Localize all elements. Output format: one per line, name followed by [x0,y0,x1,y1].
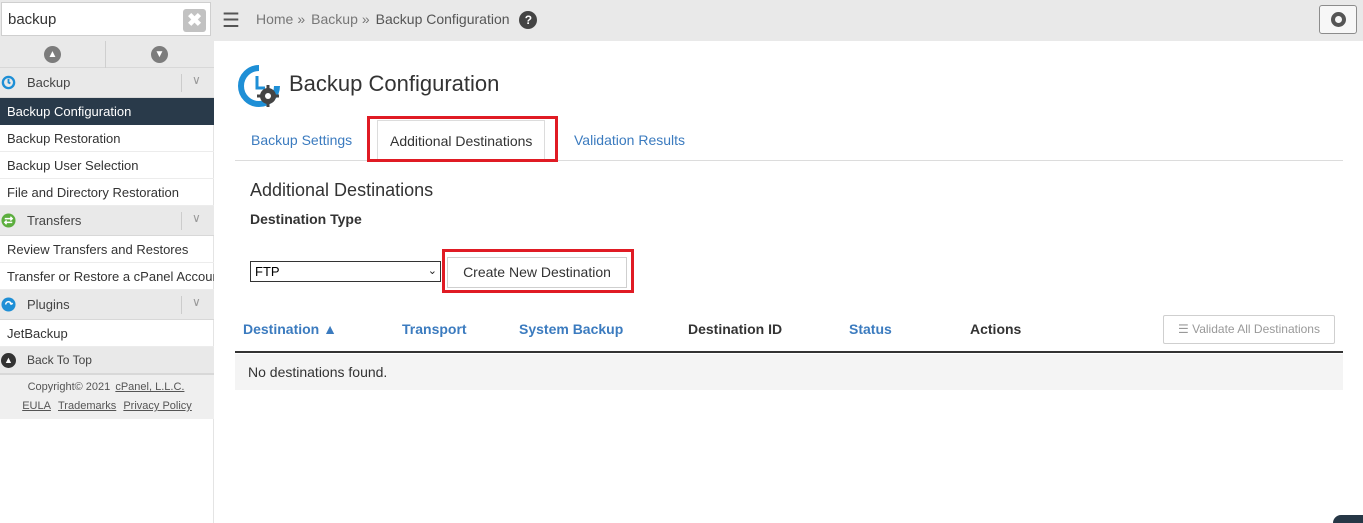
footer-links: EULA Trademarks Privacy Policy [0,400,214,412]
search-input-value: backup [8,11,57,28]
column-destination-id: Destination ID [688,321,783,337]
chevron-down-icon: ∨ [192,295,201,309]
section-title: Additional Destinations [250,180,434,200]
breadcrumb-home[interactable]: Home [256,11,293,27]
breadcrumb-separator: » [297,11,306,27]
section-divider [181,296,182,314]
top-bar: ☰ Home» Backup» Backup Configuration ? [214,0,1363,41]
section-divider [181,74,182,92]
chevron-down-icon: ∨ [192,73,201,87]
search-input[interactable]: backup ✖ [1,2,211,36]
column-actions: Actions [970,321,1022,337]
column-transport[interactable]: Transport [402,321,467,337]
destination-type-select[interactable]: FTP ⌄ [250,261,441,282]
sidebar-item-backup-restoration[interactable]: Backup Restoration [0,125,214,152]
column-status[interactable]: Status [849,321,892,337]
trademarks-link[interactable]: Trademarks [58,400,116,412]
help-icon[interactable]: ? [519,11,538,30]
transfers-icon [1,213,16,228]
sidebar-item-file-directory-restoration[interactable]: File and Directory Restoration [0,179,214,206]
sidebar-item-review-transfers[interactable]: Review Transfers and Restores [0,236,214,263]
support-button[interactable] [1319,5,1357,34]
sidebar-search-area: backup ✖ [0,0,214,41]
sidebar-section-backup[interactable]: Backup ∨ [0,68,214,98]
validate-all-destinations-button[interactable]: ☰ Validate All Destinations [1163,315,1335,344]
tab-backup-settings[interactable]: Backup Settings [251,120,352,161]
back-to-top-label: Back To Top [27,353,92,367]
chevron-down-icon: ▼ [151,46,168,63]
chevron-down-icon: ∨ [192,211,201,225]
back-to-top-button[interactable]: ▲ Back To Top [0,347,214,374]
sidebar-footer: Copyright© 2021 cPanel, L.L.C. EULA Trad… [0,374,214,419]
tab-validation-results[interactable]: Validation Results [574,120,685,161]
breadcrumb-current: Backup Configuration [375,11,510,27]
copyright-text: Copyright© 2021 [27,381,111,393]
empty-table-row: No destinations found. [235,354,1343,390]
sidebar-section-transfers[interactable]: Transfers ∨ [0,206,214,236]
eula-link[interactable]: EULA [22,400,51,412]
expand-all-button[interactable]: ▼ [107,41,213,68]
sidebar-section-label: Backup [27,75,71,90]
sidebar-item-transfer-restore-account[interactable]: Transfer or Restore a cPanel Account [0,263,214,290]
create-new-destination-button[interactable]: Create New Destination [447,257,627,288]
privacy-policy-link[interactable]: Privacy Policy [123,400,191,412]
destination-type-label: Destination Type [250,211,362,227]
sidebar-section-plugins[interactable]: Plugins ∨ [0,290,214,320]
chevron-up-icon: ▲ [44,46,61,63]
tab-bar: Backup Settings Additional Destinations … [235,120,1343,162]
breadcrumb: Home» Backup» Backup Configuration ? [256,11,538,30]
collapse-all-button[interactable]: ▲ [0,41,106,68]
section-divider [181,212,182,230]
page-title: Backup Configuration [289,71,500,96]
main-content: Backup Configuration Backup Settings Add… [214,41,1363,523]
chevron-down-icon: ⌄ [427,265,437,277]
backup-icon [1,75,16,90]
clear-search-icon[interactable]: ✖ [183,9,206,32]
sidebar-item-backup-configuration[interactable]: Backup Configuration [0,98,214,125]
column-destination[interactable]: Destination ▲ [243,321,337,337]
sidebar-section-label: Plugins [27,297,70,312]
breadcrumb-backup[interactable]: Backup [311,11,358,27]
sidebar-item-backup-user-selection[interactable]: Backup User Selection [0,152,214,179]
destination-type-value: FTP [255,264,280,279]
breadcrumb-separator: » [361,11,370,27]
column-system-backup[interactable]: System Backup [519,321,623,337]
arrow-up-icon: ▲ [1,353,16,368]
copyright-line: Copyright© 2021 cPanel, L.L.C. [0,381,214,393]
sidebar: backup ✖ ▲ ▼ Backup ∨ Backup Configurati… [0,0,214,523]
plugins-icon [1,297,16,312]
company-link[interactable]: cPanel, L.L.C. [115,381,184,393]
collapse-controls: ▲ ▼ [0,41,214,68]
destinations-table-header: Destination ▲ Transport System Backup De… [235,311,1343,353]
sidebar-section-label: Transfers [27,213,82,228]
lifebuoy-icon [1331,12,1346,27]
menu-toggle-icon[interactable]: ☰ [222,8,240,33]
tab-additional-destinations[interactable]: Additional Destinations [377,120,546,162]
chat-bubble-icon[interactable] [1333,515,1363,523]
sidebar-item-jetbackup[interactable]: JetBackup [0,320,214,347]
backup-configuration-icon [238,65,280,107]
